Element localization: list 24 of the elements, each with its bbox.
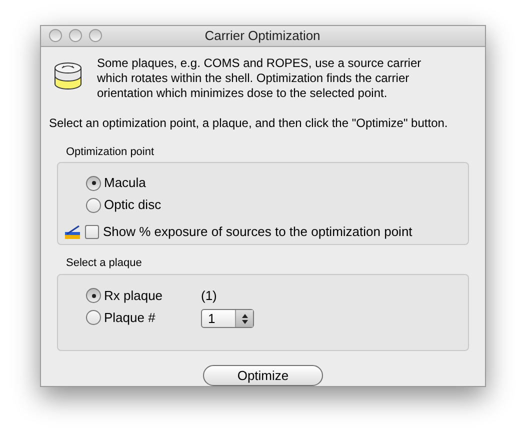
group-label: Select a plaque [66, 256, 142, 271]
radio-button[interactable] [86, 176, 101, 190]
option-label: Plaque # [104, 308, 156, 327]
disc-carrier-icon [53, 60, 83, 92]
minimize-button[interactable] [69, 29, 82, 42]
group-label: Optimization point [66, 144, 154, 160]
window-title: Carrier Optimization [204, 27, 320, 45]
zoom-button[interactable] [89, 29, 102, 42]
checkbox-label: Show % exposure of sources to the optimization point [103, 223, 412, 242]
checkbox[interactable] [85, 225, 99, 239]
optimize-button[interactable]: Optimize [203, 365, 323, 386]
plaque-number: (1) [201, 286, 217, 305]
radio-button[interactable] [86, 310, 101, 325]
ruler-pencil-icon [65, 225, 81, 239]
option-label: Rx plaque [104, 286, 164, 305]
instruction-text: Select an optimization point, a plaque, and then click the "Optimize" button. [48, 114, 449, 132]
option-label: Macula [104, 174, 146, 192]
radio-button[interactable] [86, 288, 101, 303]
description-text: Some plaques, e.g. COMS and ROPES, use a source carrier which rotates within the shell. Optimization finds the carrier orientation which minimizes dose to the selected point. [97, 56, 422, 100]
close-button[interactable] [49, 29, 62, 42]
stepper-arrows-icon [242, 314, 248, 324]
number-stepper[interactable]: 1 [201, 309, 254, 328]
radio-button[interactable] [86, 198, 101, 212]
option-label: Optic disc [104, 196, 162, 214]
